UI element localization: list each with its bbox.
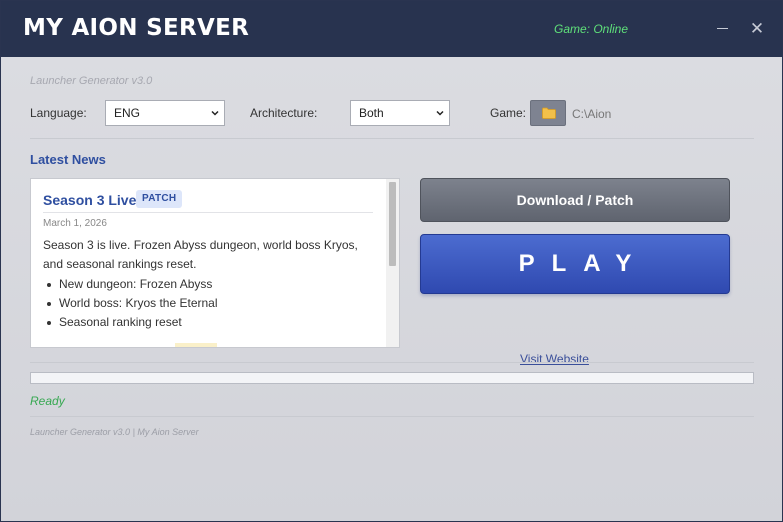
language-value: ENG	[114, 106, 141, 120]
divider	[30, 416, 754, 417]
visit-website-link[interactable]: Visit Website	[520, 352, 589, 366]
app-title: MY AION SERVER	[23, 15, 250, 41]
minimize-button[interactable]	[711, 18, 733, 40]
minimize-icon	[716, 27, 728, 29]
news-body: Season 3 is live. Frozen Abyss dungeon, …	[43, 238, 358, 271]
news-heading: Latest News	[30, 152, 106, 167]
launcher-window: MY AION SERVER Game: Online ✕ Launcher G…	[0, 0, 783, 522]
divider	[30, 138, 754, 139]
title-bar[interactable]: MY AION SERVER Game: Online ✕	[1, 1, 782, 57]
browse-folder-button[interactable]	[530, 100, 566, 126]
download-patch-button[interactable]: Download / Patch	[420, 178, 730, 222]
progress-bar	[30, 372, 754, 384]
folder-icon	[542, 107, 556, 119]
chevron-down-icon	[436, 110, 444, 116]
close-icon: ✕	[749, 19, 765, 38]
game-status: Game: Online	[554, 22, 629, 36]
architecture-value: Both	[359, 106, 384, 120]
architecture-label: Architecture:	[250, 106, 318, 120]
status-text: Ready	[30, 394, 65, 408]
game-path: C:\Aion	[572, 107, 612, 121]
language-select[interactable]: ENG	[105, 100, 225, 126]
game-label: Game:	[490, 106, 527, 120]
news-badge: PATCH	[136, 190, 183, 208]
news-panel[interactable]: Season 3 Live! PATCH March 1, 2026 Seaso…	[30, 178, 400, 348]
news-date: March 1, 2026	[43, 218, 107, 229]
architecture-select[interactable]: Both	[350, 100, 450, 126]
close-button[interactable]: ✕	[746, 18, 768, 40]
news-divider	[43, 212, 373, 213]
footer-text: Launcher Generator v3.0 | My Aion Server	[30, 427, 199, 437]
news-next-item-peek	[175, 343, 217, 347]
launcher-subtitle: Launcher Generator v3.0	[30, 75, 153, 87]
news-bullet-list: New dungeon: Frozen Abyss World boss: Kr…	[43, 275, 218, 332]
list-item: World boss: Kryos the Eternal	[43, 294, 218, 313]
play-button[interactable]: PLAY	[420, 234, 730, 294]
list-item: Seasonal ranking reset	[43, 313, 218, 332]
news-scrollbar[interactable]	[386, 179, 399, 347]
chevron-down-icon	[211, 110, 219, 116]
news-item-title: Season 3 Live!	[43, 192, 142, 208]
language-label: Language:	[30, 106, 87, 120]
list-item: New dungeon: Frozen Abyss	[43, 275, 218, 294]
divider	[30, 362, 754, 363]
scrollbar-thumb[interactable]	[389, 182, 396, 266]
